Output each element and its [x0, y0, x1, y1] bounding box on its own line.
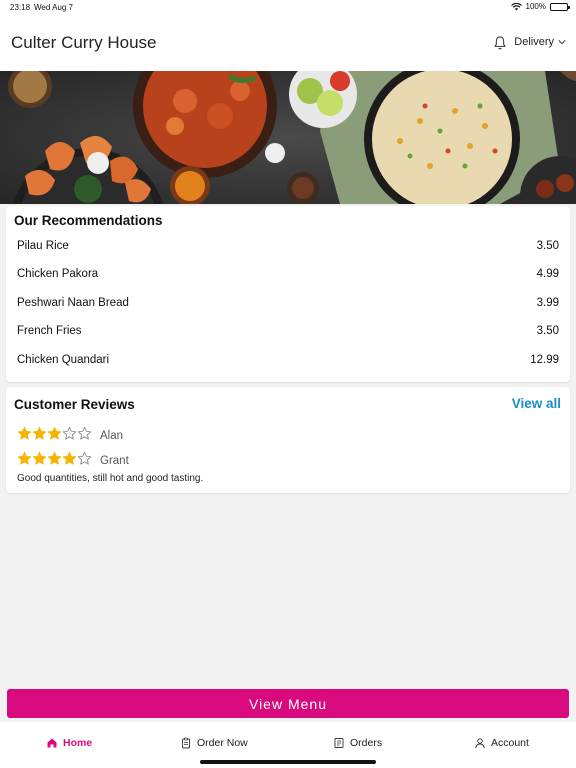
bottom-tab-bar: Home Order Now Orders Account [0, 722, 576, 768]
menu-item-name: French Fries [17, 325, 82, 337]
menu-item-price: 3.50 [536, 240, 559, 252]
menu-item-name: Chicken Quandari [17, 354, 110, 366]
wifi-icon [510, 2, 522, 10]
star-filled-icon [62, 451, 77, 465]
tab-orders[interactable]: Orders [333, 737, 382, 749]
tab-home[interactable]: Home [46, 737, 92, 749]
tab-label: Orders [350, 737, 383, 749]
menu-item-row[interactable]: Pilau Rice 3.50 [17, 236, 559, 256]
home-icon [47, 738, 57, 748]
reviewer-name: Alan [100, 430, 124, 442]
tab-label: Account [491, 737, 529, 749]
recommendations-card: Our Recommendations Pilau Rice 3.50 Chic… [6, 206, 570, 382]
view-menu-button[interactable]: View Menu [7, 689, 569, 718]
page-title: Culter Curry House [11, 33, 157, 52]
home-indicator [200, 760, 376, 764]
app-header: Culter Curry House Delivery [0, 14, 576, 71]
battery-icon [550, 2, 570, 11]
menu-item-price: 12.99 [530, 354, 559, 366]
star-filled-icon [32, 426, 47, 440]
menu-item-row[interactable]: French Fries 3.50 [17, 321, 559, 341]
tab-account[interactable]: Account [474, 737, 529, 749]
hero-food-image [0, 71, 576, 204]
review-text: Good quantities, still hot and good tast… [17, 473, 204, 484]
star-filled-icon [17, 451, 32, 465]
menu-item-price: 3.99 [536, 297, 559, 309]
star-filled-icon [32, 451, 47, 465]
menu-item-name: Peshwari Naan Bread [17, 297, 129, 309]
status-time: 23:18 [10, 3, 31, 12]
status-date: Wed Aug 7 [34, 3, 73, 12]
tab-label: Order Now [197, 737, 248, 749]
star-empty-icon [62, 426, 77, 440]
clipboard-icon [182, 737, 190, 749]
recommendations-title: Our Recommendations [14, 213, 163, 228]
view-all-reviews-link[interactable]: View all [512, 396, 561, 411]
star-filled-icon [17, 426, 32, 440]
reviewer-name: Grant [100, 455, 129, 467]
review-item: Alan [17, 426, 124, 446]
star-empty-icon [77, 451, 92, 465]
star-rating [17, 451, 92, 471]
battery-percent: 100% [525, 2, 546, 11]
customer-reviews-card: Customer Reviews View all Alan Grant Goo… [6, 387, 570, 493]
star-rating [17, 426, 92, 446]
delivery-mode-selector[interactable]: Delivery [514, 36, 566, 48]
menu-item-row[interactable]: Chicken Quandari 12.99 [17, 350, 559, 370]
bell-icon[interactable] [492, 35, 508, 51]
reviews-title: Customer Reviews [14, 397, 135, 412]
person-icon [475, 738, 485, 749]
chevron-down-icon [558, 40, 566, 45]
menu-item-name: Chicken Pakora [17, 268, 99, 280]
status-bar: 23:18 Wed Aug 7 100% [0, 0, 576, 14]
menu-item-price: 3.50 [536, 325, 559, 337]
menu-item-price: 4.99 [536, 268, 559, 280]
tab-order-now[interactable]: Order Now [180, 737, 248, 749]
star-filled-icon [47, 426, 62, 440]
menu-item-row[interactable]: Chicken Pakora 4.99 [17, 264, 559, 284]
menu-item-name: Pilau Rice [17, 240, 69, 252]
review-item: Grant [17, 451, 129, 471]
star-filled-icon [47, 451, 62, 465]
tab-label: Home [63, 737, 93, 749]
delivery-label: Delivery [514, 36, 554, 48]
receipt-icon [334, 738, 344, 748]
menu-item-row[interactable]: Peshwari Naan Bread 3.99 [17, 293, 559, 313]
star-empty-icon [77, 426, 92, 440]
